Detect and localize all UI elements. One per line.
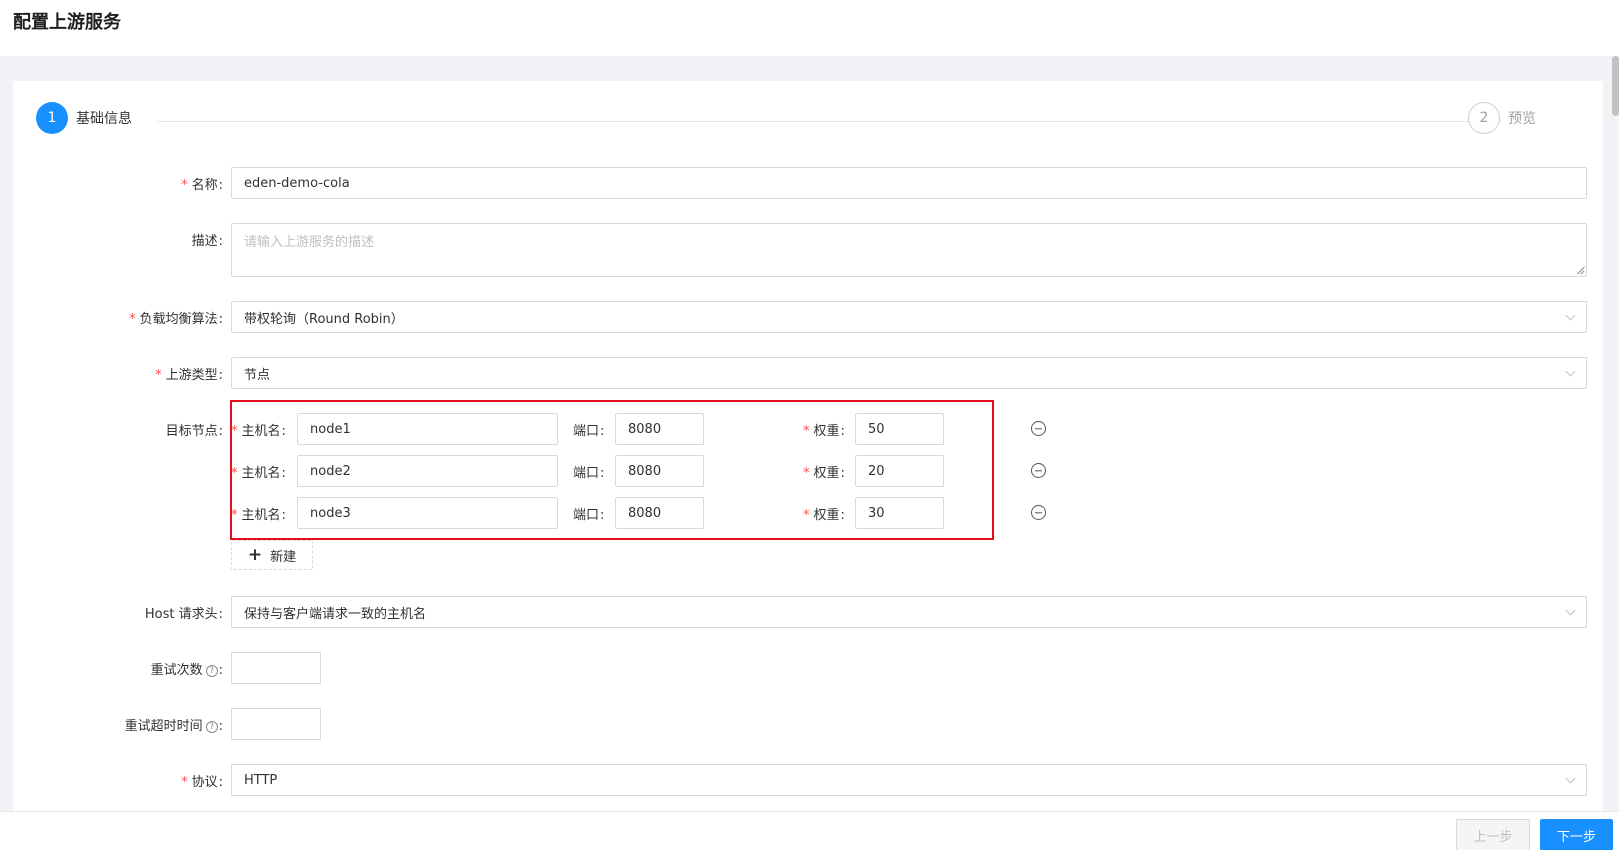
node-2-weight-input[interactable]: 20 bbox=[855, 455, 944, 487]
question-circle-icon[interactable]: ? bbox=[205, 664, 218, 677]
step-1-label: 基础信息 bbox=[76, 111, 132, 127]
description-label: 描述: bbox=[191, 234, 223, 249]
node-2-host-input[interactable]: node2 bbox=[297, 455, 558, 487]
retries-input[interactable] bbox=[231, 652, 321, 684]
plus-icon: + bbox=[247, 544, 263, 565]
step-2-circle: 2 bbox=[1468, 102, 1500, 134]
chevron-down-icon bbox=[1565, 773, 1576, 784]
node-1-port-input[interactable]: 8080 bbox=[615, 413, 704, 445]
retry-timeout-input[interactable] bbox=[231, 708, 321, 740]
next-step-button[interactable]: 下一步 bbox=[1540, 819, 1613, 850]
content-background-left bbox=[0, 81, 13, 811]
node-1-weight-input[interactable]: 50 bbox=[855, 413, 944, 445]
protocol-label: * 协议: bbox=[181, 775, 223, 790]
scrollbar-thumb[interactable] bbox=[1612, 56, 1619, 116]
protocol-select[interactable]: HTTP bbox=[231, 764, 1587, 796]
chevron-down-icon bbox=[1565, 605, 1576, 616]
node-host-label: * 主机名: bbox=[231, 424, 286, 439]
node-host-label: * 主机名: bbox=[231, 508, 286, 523]
host-header-label: Host 请求头: bbox=[144, 607, 223, 622]
resize-handle-icon[interactable] bbox=[1576, 266, 1584, 274]
page-header: 配置上游服务 bbox=[0, 0, 1619, 56]
node-host-label: * 主机名: bbox=[231, 466, 286, 481]
name-label: * 名称: bbox=[181, 178, 223, 193]
node-1-host-input[interactable]: node1 bbox=[297, 413, 558, 445]
node-port-label: 端口: bbox=[573, 508, 605, 523]
node-port-label: 端口: bbox=[573, 466, 605, 481]
node-2-port-input[interactable]: 8080 bbox=[615, 455, 704, 487]
chevron-down-icon bbox=[1565, 310, 1576, 321]
question-circle-icon[interactable]: ? bbox=[205, 720, 218, 733]
prev-step-button[interactable]: 上一步 bbox=[1456, 819, 1530, 850]
footer-bar bbox=[0, 811, 1619, 850]
step-connector bbox=[157, 121, 1502, 122]
step-1-circle: 1 bbox=[36, 102, 68, 134]
node-3-port-input[interactable]: 8080 bbox=[615, 497, 704, 529]
page-title: 配置上游服务 bbox=[13, 12, 121, 33]
content-background-right bbox=[1603, 56, 1619, 811]
remove-node-2-icon[interactable] bbox=[1031, 463, 1046, 478]
lb-algorithm-select[interactable]: 带权轮询（Round Robin） bbox=[231, 301, 1587, 333]
upstream-type-label: * 上游类型: bbox=[155, 368, 223, 383]
retry-timeout-label: 重试超时时间?: bbox=[124, 719, 223, 734]
name-input[interactable]: eden-demo-cola bbox=[231, 167, 1587, 199]
step-basic-info: 1 基础信息 bbox=[36, 102, 132, 134]
node-port-label: 端口: bbox=[573, 424, 605, 439]
upstream-type-select[interactable]: 节点 bbox=[231, 357, 1587, 389]
remove-node-1-icon[interactable] bbox=[1031, 421, 1046, 436]
required-mark: * bbox=[181, 178, 188, 193]
content-background bbox=[0, 56, 1619, 81]
chevron-down-icon bbox=[1565, 366, 1576, 377]
node-weight-label: * 权重: bbox=[803, 424, 845, 439]
description-textarea[interactable]: 请输入上游服务的描述 bbox=[231, 223, 1587, 277]
remove-node-3-icon[interactable] bbox=[1031, 505, 1046, 520]
retries-label: 重试次数?: bbox=[150, 663, 223, 678]
node-3-host-input[interactable]: node3 bbox=[297, 497, 558, 529]
add-node-button[interactable]: + 新建 bbox=[231, 540, 313, 570]
node-weight-label: * 权重: bbox=[803, 466, 845, 481]
host-header-select[interactable]: 保持与客户端请求一致的主机名 bbox=[231, 596, 1587, 628]
target-nodes-label: 目标节点: bbox=[165, 424, 223, 439]
step-2-label: 预览 bbox=[1508, 111, 1536, 127]
node-3-weight-input[interactable]: 30 bbox=[855, 497, 944, 529]
node-weight-label: * 权重: bbox=[803, 508, 845, 523]
lb-algorithm-label: * 负载均衡算法: bbox=[129, 312, 223, 327]
step-preview: 2 预览 bbox=[1468, 102, 1536, 134]
